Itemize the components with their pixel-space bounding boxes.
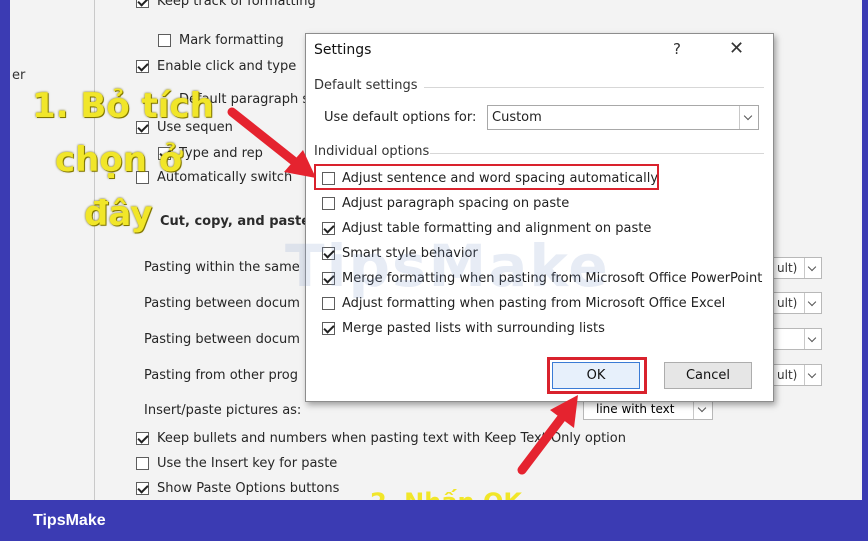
arrow-to-ok	[517, 395, 578, 475]
arrow-to-option	[227, 107, 316, 178]
brand-name: TipsMake	[33, 512, 106, 529]
red-arrows	[227, 107, 578, 475]
brand-bar	[0, 500, 868, 541]
